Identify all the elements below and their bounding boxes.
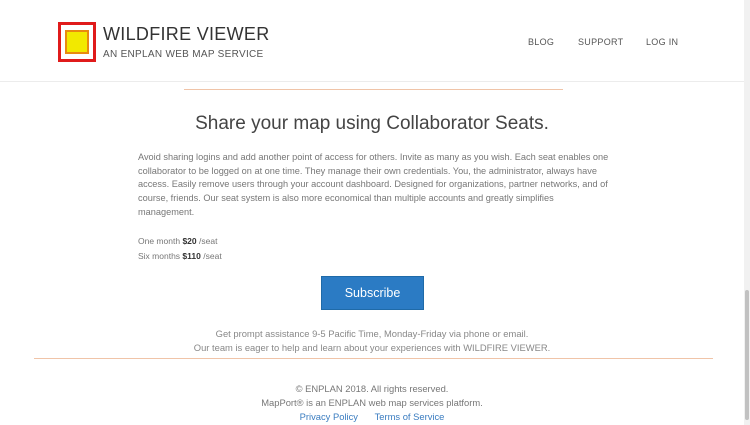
footer-links: Privacy Policy Terms of Service bbox=[0, 411, 744, 422]
nav-login-link[interactable]: LOG IN bbox=[646, 37, 678, 47]
page-headline: Share your map using Collaborator Seats. bbox=[195, 113, 549, 134]
price-unit: /seat bbox=[203, 251, 222, 261]
logo-inner-square bbox=[65, 30, 89, 54]
price-period: One month bbox=[138, 236, 181, 246]
site-subtitle: AN ENPLAN WEB MAP SERVICE bbox=[103, 49, 264, 60]
subscribe-button[interactable]: Subscribe bbox=[321, 276, 424, 310]
price-amount: $110 bbox=[182, 251, 201, 261]
platform-text: MapPort® is an ENPLAN web map services p… bbox=[261, 397, 483, 408]
nav-support-link[interactable]: SUPPORT bbox=[578, 37, 623, 47]
price-period: Six months bbox=[138, 251, 181, 261]
assistance-text-line1: Get prompt assistance 9-5 Pacific Time, … bbox=[215, 328, 529, 339]
price-six-months: Six months $110 /seat bbox=[138, 251, 222, 261]
footer-divider bbox=[34, 358, 713, 359]
page-scrollbar[interactable] bbox=[744, 0, 750, 425]
top-divider bbox=[184, 89, 563, 90]
scrollbar-thumb[interactable] bbox=[745, 290, 749, 420]
description-text: Avoid sharing logins and add another poi… bbox=[138, 152, 609, 217]
site-header: WILDFIRE VIEWER AN ENPLAN WEB MAP SERVIC… bbox=[0, 0, 744, 82]
logo-icon[interactable] bbox=[58, 22, 96, 62]
privacy-policy-link[interactable]: Privacy Policy bbox=[300, 411, 358, 422]
terms-of-service-link[interactable]: Terms of Service bbox=[375, 411, 445, 422]
price-unit: /seat bbox=[199, 236, 218, 246]
price-one-month: One month $20 /seat bbox=[138, 236, 217, 246]
price-amount: $20 bbox=[182, 236, 197, 246]
nav-blog-link[interactable]: BLOG bbox=[528, 37, 554, 47]
copyright-text: © ENPLAN 2018. All rights reserved. bbox=[295, 383, 449, 394]
site-title[interactable]: WILDFIRE VIEWER bbox=[103, 24, 270, 45]
assistance-text-line2: Our team is eager to help and learn abou… bbox=[193, 342, 551, 353]
